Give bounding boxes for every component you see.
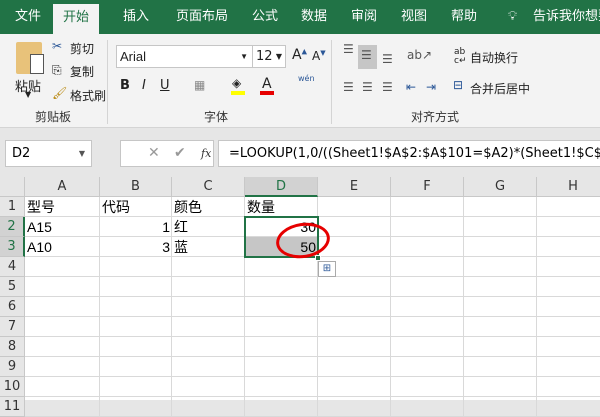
column-header-B[interactable]: B	[100, 177, 172, 197]
column-header-F[interactable]: F	[391, 177, 464, 197]
align-right-icon[interactable]: ☰	[382, 80, 393, 94]
cell-B3[interactable]: 3	[100, 237, 172, 257]
row-header-8[interactable]: 8	[0, 337, 25, 357]
row-header-6[interactable]: 6	[0, 297, 25, 317]
row-header-2[interactable]: 2	[0, 217, 25, 237]
row-header-11[interactable]: 11	[0, 397, 25, 417]
copy-icon: ⎘	[52, 63, 62, 77]
name-box[interactable]: D2 ▼	[5, 140, 92, 167]
tab-review[interactable]: 审阅	[351, 0, 377, 34]
copy-button[interactable]: 复制	[70, 63, 94, 80]
select-all-button[interactable]	[0, 177, 25, 197]
bold-button[interactable]: B	[120, 78, 130, 93]
clipboard-group-label: 剪贴板	[35, 110, 72, 124]
tab-file[interactable]: 文件	[15, 0, 41, 34]
align-left-icon[interactable]: ☰	[343, 80, 354, 94]
row-header-5[interactable]: 5	[0, 277, 25, 297]
font-size-select[interactable]: 12 ▼	[252, 45, 286, 68]
phonetic-button[interactable]: wén	[298, 74, 315, 83]
tab-help[interactable]: 帮助	[451, 0, 477, 34]
column-header-C[interactable]: C	[172, 177, 245, 197]
tab-data[interactable]: 数据	[301, 0, 327, 34]
ribbon-tabs: 文件 开始 插入 页面布局 公式 数据 审阅 视图 帮助 💡︎ 告诉我你想要	[0, 0, 600, 34]
insert-function-button[interactable]: fx	[201, 141, 211, 166]
italic-button[interactable]: I	[142, 78, 146, 93]
tab-insert[interactable]: 插入	[123, 0, 149, 34]
cell-C3[interactable]: 蓝	[172, 237, 245, 257]
column-header-G[interactable]: G	[464, 177, 537, 197]
tab-page-layout[interactable]: 页面布局	[176, 0, 228, 34]
column-header-D[interactable]: D	[245, 177, 318, 197]
font-name-select[interactable]: Arial ▼	[116, 45, 253, 68]
cut-button[interactable]: 剪切	[70, 40, 94, 57]
quick-analysis-icon[interactable]: ⊞	[318, 261, 336, 277]
row-header-7[interactable]: 7	[0, 317, 25, 337]
formula-buttons: ✕ ✔ fx	[120, 140, 214, 167]
decrease-font-icon[interactable]: A▼	[312, 49, 326, 63]
ribbon: 粘贴 ▼ ✂ 剪切 ⎘ 复制 🖌︎ 格式刷 剪贴板 Arial ▼ 12 ▼ A▲ …	[0, 34, 600, 128]
fill-color-icon[interactable]: ◈	[232, 76, 241, 90]
wrap-text-icon: ab c↵	[454, 47, 467, 66]
format-painter-icon: 🖌︎	[52, 86, 68, 100]
orientation-icon[interactable]: ab↗	[407, 48, 432, 62]
tab-view[interactable]: 视图	[401, 0, 427, 34]
cell-A3[interactable]: A10	[25, 237, 100, 257]
cell-D1[interactable]: 数量	[245, 197, 318, 217]
row-header-4[interactable]: 4	[0, 257, 25, 277]
lightbulb-icon: 💡︎	[508, 9, 518, 24]
enter-icon[interactable]: ✔	[174, 141, 186, 166]
format-painter-button[interactable]: 格式刷	[70, 87, 106, 104]
tab-home[interactable]: 开始	[53, 4, 100, 34]
row-header-9[interactable]: 9	[0, 357, 25, 377]
cancel-icon[interactable]: ✕	[148, 141, 160, 166]
decrease-indent-icon[interactable]: ⇤	[406, 80, 416, 94]
wrap-text-button[interactable]: 自动换行	[470, 49, 518, 66]
align-top-icon[interactable]: ☰	[343, 42, 354, 56]
font-group-label: 字体	[204, 110, 229, 124]
align-bottom-icon[interactable]: ☰	[382, 52, 393, 66]
scissors-icon: ✂	[52, 39, 63, 53]
increase-indent-icon[interactable]: ⇥	[426, 80, 436, 94]
column-header-A[interactable]: A	[25, 177, 100, 197]
spreadsheet-grid: A B C D E F G H 1 2 3 4 5 6 7 8 9 10 11 型号 代码 颜色 数量 A15 1 红 30 A10 3…	[0, 177, 600, 417]
row-header-10[interactable]: 10	[0, 377, 25, 397]
merge-center-button[interactable]: 合并后居中	[470, 80, 530, 97]
font-color-icon[interactable]: A	[262, 76, 272, 92]
formula-input[interactable]: =LOOKUP(1,0/((Sheet1!$A$2:$A$101=$A2)*(S…	[218, 140, 600, 167]
increase-font-icon[interactable]: A▲	[292, 47, 307, 63]
merge-center-icon: ⊟	[453, 78, 464, 92]
underline-button[interactable]: U	[160, 78, 170, 93]
cell-B2[interactable]: 1	[100, 217, 172, 237]
column-header-H[interactable]: H	[537, 177, 600, 197]
align-center-icon[interactable]: ☰	[362, 80, 373, 94]
row-header-1[interactable]: 1	[0, 197, 25, 217]
tab-formulas[interactable]: 公式	[252, 0, 278, 34]
cell-C2[interactable]: 红	[172, 217, 245, 237]
cell-A2[interactable]: A15	[25, 217, 100, 237]
row-header-3[interactable]: 3	[0, 237, 25, 257]
paste-page-icon	[30, 54, 44, 74]
cell-A1[interactable]: 型号	[25, 197, 100, 217]
cell-C1[interactable]: 颜色	[172, 197, 245, 217]
align-middle-icon[interactable]: ☰	[361, 48, 372, 62]
column-header-E[interactable]: E	[318, 177, 391, 197]
tell-me-box[interactable]: 告诉我你想要	[533, 0, 600, 34]
borders-icon[interactable]: ▦	[194, 78, 205, 92]
cell-B1[interactable]: 代码	[100, 197, 172, 217]
alignment-group-label: 对齐方式	[411, 110, 460, 124]
